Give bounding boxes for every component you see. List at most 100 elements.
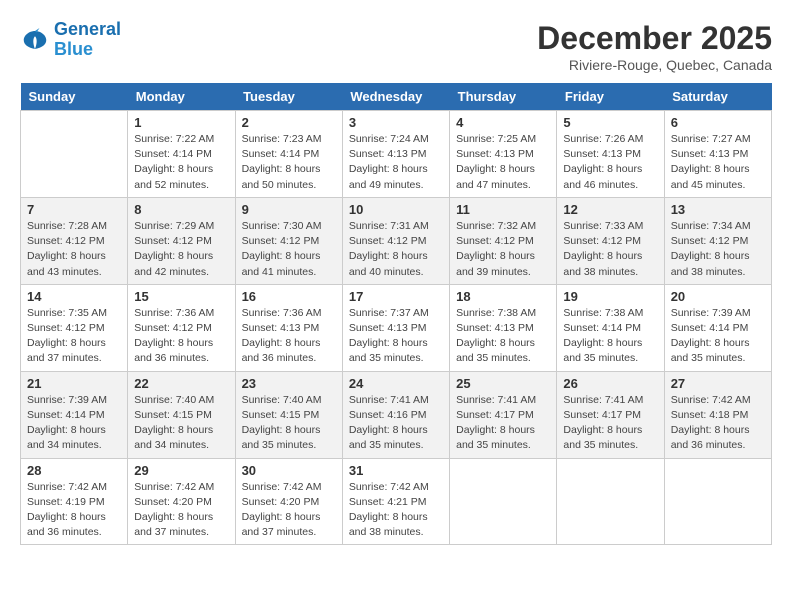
day-header-monday: Monday: [128, 83, 235, 111]
cell-info: Sunrise: 7:42 AM Sunset: 4:19 PM Dayligh…: [27, 480, 121, 541]
calendar-cell: 2 Sunrise: 7:23 AM Sunset: 4:14 PM Daylig…: [235, 111, 342, 198]
logo-icon: [20, 25, 50, 55]
day-number: 19: [563, 289, 657, 304]
calendar-cell: 24Sunrise: 7:41 AM Sunset: 4:16 PM Dayli…: [342, 371, 449, 458]
cell-info: Sunrise: 7:24 AM Sunset: 4:13 PM Dayligh…: [349, 132, 443, 193]
day-number: 11: [456, 202, 550, 217]
calendar-cell: 14 Sunrise: 7:35 AM Sunset: 4:12 PM Dayli…: [21, 284, 128, 371]
week-row: 28 Sunrise: 7:42 AM Sunset: 4:19 PM Dayli…: [21, 458, 772, 545]
day-number: 4: [456, 115, 550, 130]
day-number: 2: [242, 115, 336, 130]
cell-info: Sunrise: 7:35 AM Sunset: 4:12 PM Dayligh…: [27, 306, 121, 367]
day-number: 5: [563, 115, 657, 130]
day-number: 6: [671, 115, 765, 130]
day-header-thursday: Thursday: [450, 83, 557, 111]
cell-info: Sunrise: 7:42 AM Sunset: 4:18 PM Dayligh…: [671, 393, 765, 454]
cell-info: Sunrise: 7:40 AM Sunset: 4:15 PM Dayligh…: [134, 393, 228, 454]
day-number: 7: [27, 202, 121, 217]
calendar-cell: 7 Sunrise: 7:28 AM Sunset: 4:12 PM Daylig…: [21, 197, 128, 284]
calendar-cell: 19 Sunrise: 7:38 AM Sunset: 4:14 PM Dayli…: [557, 284, 664, 371]
cell-info: Sunrise: 7:36 AM Sunset: 4:13 PM Dayligh…: [242, 306, 336, 367]
calendar-cell: 17Sunrise: 7:37 AM Sunset: 4:13 PM Dayli…: [342, 284, 449, 371]
calendar-cell: 6 Sunrise: 7:27 AM Sunset: 4:13 PM Daylig…: [664, 111, 771, 198]
cell-info: Sunrise: 7:38 AM Sunset: 4:14 PM Dayligh…: [563, 306, 657, 367]
header-row: SundayMondayTuesdayWednesdayThursdayFrid…: [21, 83, 772, 111]
calendar-cell: 25 Sunrise: 7:41 AM Sunset: 4:17 PM Dayli…: [450, 371, 557, 458]
calendar-cell: 27 Sunrise: 7:42 AM Sunset: 4:18 PM Dayli…: [664, 371, 771, 458]
cell-info: Sunrise: 7:42 AM Sunset: 4:21 PM Dayligh…: [349, 480, 443, 541]
day-number: 12: [563, 202, 657, 217]
calendar-cell: 21 Sunrise: 7:39 AM Sunset: 4:14 PM Dayli…: [21, 371, 128, 458]
cell-info: Sunrise: 7:36 AM Sunset: 4:12 PM Dayligh…: [134, 306, 228, 367]
calendar-cell: 15 Sunrise: 7:36 AM Sunset: 4:12 PM Dayli…: [128, 284, 235, 371]
calendar-cell: 8 Sunrise: 7:29 AM Sunset: 4:12 PM Daylig…: [128, 197, 235, 284]
day-number: 14: [27, 289, 121, 304]
day-number: 30: [242, 463, 336, 478]
calendar-cell: 23 Sunrise: 7:40 AM Sunset: 4:15 PM Dayli…: [235, 371, 342, 458]
day-number: 22: [134, 376, 228, 391]
title-area: December 2025 Riviere-Rouge, Quebec, Can…: [537, 20, 772, 73]
day-number: 26: [563, 376, 657, 391]
calendar-cell: 31 Sunrise: 7:42 AM Sunset: 4:21 PM Dayli…: [342, 458, 449, 545]
day-number: 21: [27, 376, 121, 391]
location: Riviere-Rouge, Quebec, Canada: [537, 57, 772, 73]
day-number: 17: [349, 289, 443, 304]
day-number: 13: [671, 202, 765, 217]
cell-info: Sunrise: 7:25 AM Sunset: 4:13 PM Dayligh…: [456, 132, 550, 193]
calendar-cell: [557, 458, 664, 545]
header: General Blue December 2025 Riviere-Rouge…: [20, 20, 772, 73]
calendar-cell: 1 Sunrise: 7:22 AM Sunset: 4:14 PM Daylig…: [128, 111, 235, 198]
week-row: 7 Sunrise: 7:28 AM Sunset: 4:12 PM Daylig…: [21, 197, 772, 284]
cell-info: Sunrise: 7:40 AM Sunset: 4:15 PM Dayligh…: [242, 393, 336, 454]
calendar-cell: 29 Sunrise: 7:42 AM Sunset: 4:20 PM Dayli…: [128, 458, 235, 545]
cell-info: Sunrise: 7:28 AM Sunset: 4:12 PM Dayligh…: [27, 219, 121, 280]
day-header-friday: Friday: [557, 83, 664, 111]
week-row: 14 Sunrise: 7:35 AM Sunset: 4:12 PM Dayli…: [21, 284, 772, 371]
day-header-saturday: Saturday: [664, 83, 771, 111]
day-number: 25: [456, 376, 550, 391]
cell-info: Sunrise: 7:29 AM Sunset: 4:12 PM Dayligh…: [134, 219, 228, 280]
day-header-tuesday: Tuesday: [235, 83, 342, 111]
calendar-cell: 5 Sunrise: 7:26 AM Sunset: 4:13 PM Daylig…: [557, 111, 664, 198]
calendar-cell: 28 Sunrise: 7:42 AM Sunset: 4:19 PM Dayli…: [21, 458, 128, 545]
cell-info: Sunrise: 7:39 AM Sunset: 4:14 PM Dayligh…: [671, 306, 765, 367]
cell-info: Sunrise: 7:34 AM Sunset: 4:12 PM Dayligh…: [671, 219, 765, 280]
month-title: December 2025: [537, 20, 772, 57]
day-number: 8: [134, 202, 228, 217]
day-number: 9: [242, 202, 336, 217]
logo-text: General Blue: [54, 20, 121, 60]
cell-info: Sunrise: 7:23 AM Sunset: 4:14 PM Dayligh…: [242, 132, 336, 193]
cell-info: Sunrise: 7:42 AM Sunset: 4:20 PM Dayligh…: [242, 480, 336, 541]
cell-info: Sunrise: 7:41 AM Sunset: 4:17 PM Dayligh…: [456, 393, 550, 454]
day-number: 23: [242, 376, 336, 391]
day-header-sunday: Sunday: [21, 83, 128, 111]
cell-info: Sunrise: 7:31 AM Sunset: 4:12 PM Dayligh…: [349, 219, 443, 280]
calendar-cell: 11 Sunrise: 7:32 AM Sunset: 4:12 PM Dayli…: [450, 197, 557, 284]
day-number: 31: [349, 463, 443, 478]
cell-info: Sunrise: 7:32 AM Sunset: 4:12 PM Dayligh…: [456, 219, 550, 280]
calendar-cell: 20Sunrise: 7:39 AM Sunset: 4:14 PM Dayli…: [664, 284, 771, 371]
cell-info: Sunrise: 7:41 AM Sunset: 4:17 PM Dayligh…: [563, 393, 657, 454]
day-number: 27: [671, 376, 765, 391]
calendar-cell: [21, 111, 128, 198]
calendar-cell: 12Sunrise: 7:33 AM Sunset: 4:12 PM Dayli…: [557, 197, 664, 284]
calendar-cell: 16 Sunrise: 7:36 AM Sunset: 4:13 PM Dayli…: [235, 284, 342, 371]
cell-info: Sunrise: 7:39 AM Sunset: 4:14 PM Dayligh…: [27, 393, 121, 454]
day-number: 24: [349, 376, 443, 391]
day-number: 16: [242, 289, 336, 304]
day-number: 10: [349, 202, 443, 217]
day-number: 28: [27, 463, 121, 478]
calendar-cell: 26 Sunrise: 7:41 AM Sunset: 4:17 PM Dayli…: [557, 371, 664, 458]
calendar-cell: 22 Sunrise: 7:40 AM Sunset: 4:15 PM Dayli…: [128, 371, 235, 458]
cell-info: Sunrise: 7:26 AM Sunset: 4:13 PM Dayligh…: [563, 132, 657, 193]
day-number: 1: [134, 115, 228, 130]
calendar-cell: 18Sunrise: 7:38 AM Sunset: 4:13 PM Dayli…: [450, 284, 557, 371]
cell-info: Sunrise: 7:30 AM Sunset: 4:12 PM Dayligh…: [242, 219, 336, 280]
cell-info: Sunrise: 7:27 AM Sunset: 4:13 PM Dayligh…: [671, 132, 765, 193]
calendar-cell: 30 Sunrise: 7:42 AM Sunset: 4:20 PM Dayli…: [235, 458, 342, 545]
calendar-cell: [450, 458, 557, 545]
day-number: 29: [134, 463, 228, 478]
cell-info: Sunrise: 7:22 AM Sunset: 4:14 PM Dayligh…: [134, 132, 228, 193]
cell-info: Sunrise: 7:42 AM Sunset: 4:20 PM Dayligh…: [134, 480, 228, 541]
day-number: 15: [134, 289, 228, 304]
